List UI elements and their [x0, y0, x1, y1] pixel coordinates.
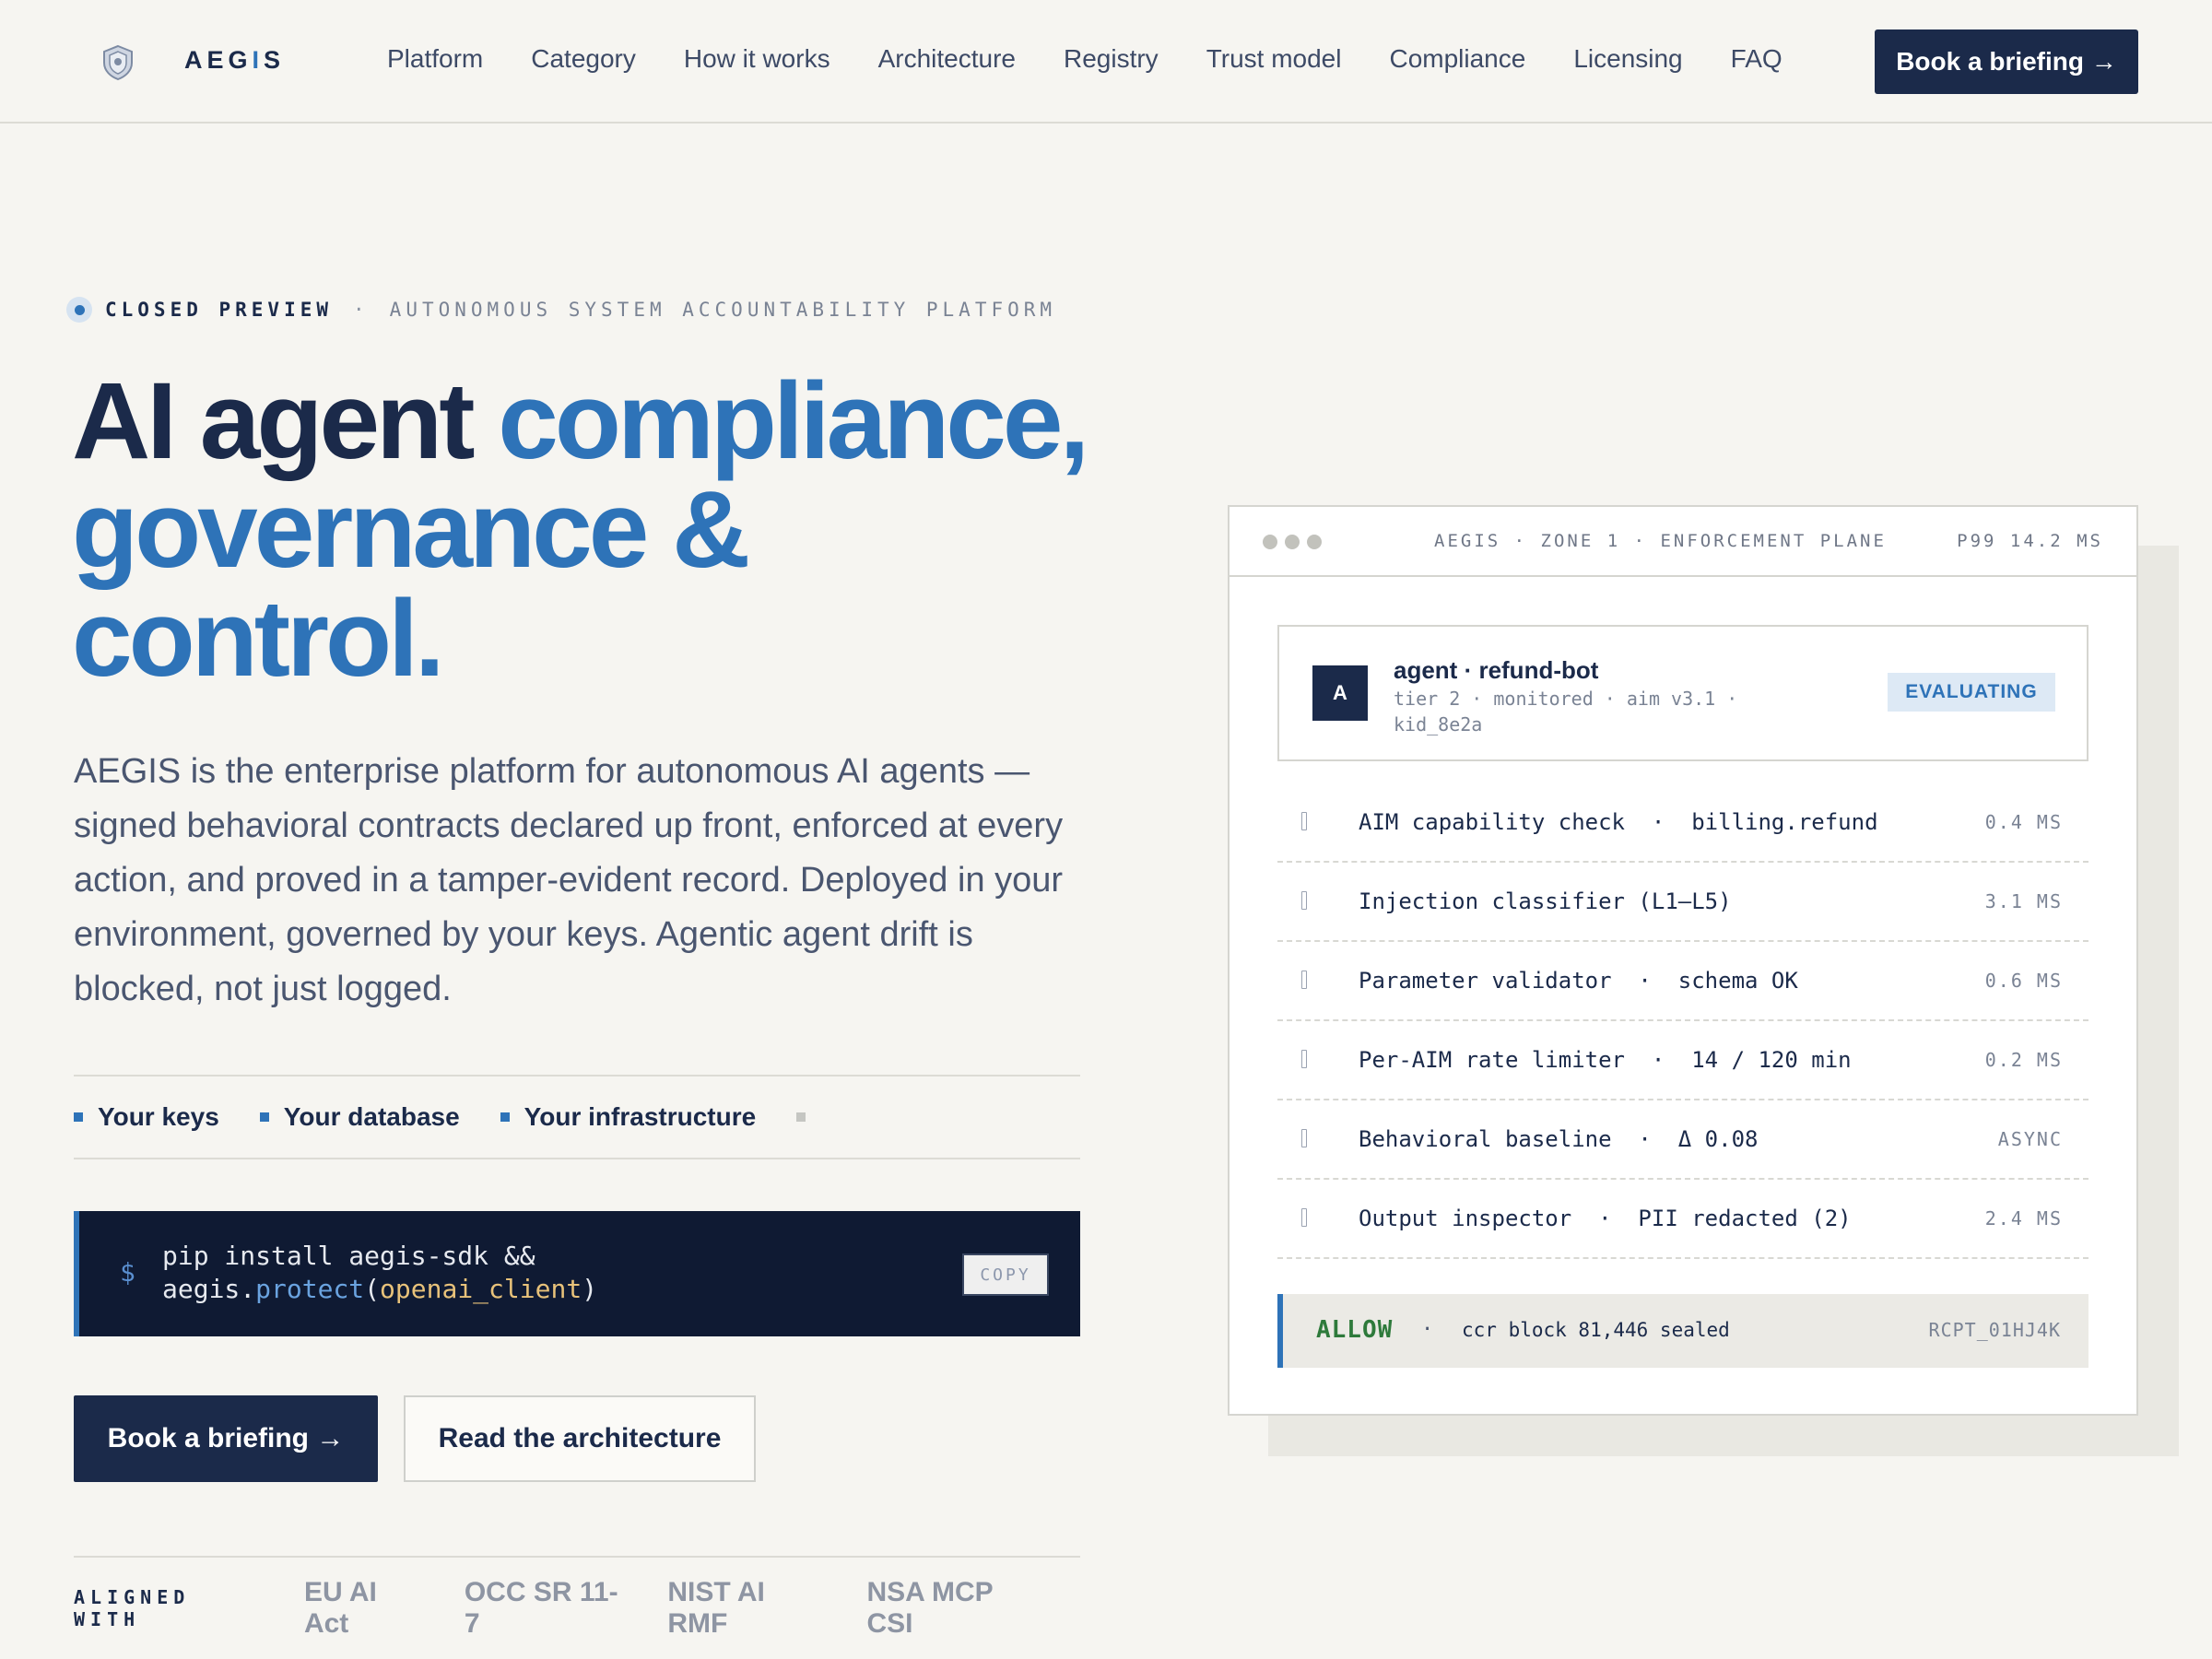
check-label: Injection classifier (L1–L5): [1359, 888, 1732, 914]
headline-accent-3: control.: [72, 578, 445, 700]
check-latency: 2.4 MS: [1984, 1207, 2063, 1230]
pillar-label: Your keys: [98, 1102, 219, 1131]
nav-link-category[interactable]: Category: [531, 44, 636, 74]
pillar-label: Your infrastructure: [524, 1102, 757, 1131]
hero-description: AEGIS is the enterprise platform for aut…: [74, 752, 1064, 1008]
check-latency: 3.1 MS: [1984, 890, 2063, 912]
code-paren: (: [364, 1274, 381, 1304]
window-dot-icon: [1263, 535, 1277, 549]
top-nav: AEGIS Platform Category How it works Arc…: [0, 0, 2212, 124]
framework-occ-sr-11-7: OCC SR 11-7: [464, 1577, 618, 1639]
check-row: Per-AIM rate limiter · 14 / 120 min 0.2 …: [1277, 1021, 2088, 1100]
enforcement-plane-panel: AEGIS · ZONE 1 · ENFORCEMENT PLANE P99 1…: [1228, 505, 2138, 1416]
headline-accent-1: compliance,: [498, 360, 1089, 482]
pillar-placeholder: [796, 1112, 820, 1122]
code-function: protect: [255, 1274, 365, 1304]
check-row: Parameter validator · schema OK 0.6 MS: [1277, 942, 2088, 1021]
framework-nist-ai-rmf: NIST AI RMF: [667, 1577, 765, 1639]
check-row: AIM capability check · billing.refund 0.…: [1277, 783, 2088, 863]
check-latency: ASYNC: [1997, 1128, 2063, 1150]
shell-prompt: $: [120, 1257, 135, 1288]
pillar-infrastructure: Your infrastructure: [500, 1102, 757, 1132]
nav-link-how-it-works[interactable]: How it works: [684, 44, 830, 74]
agent-avatar: A: [1312, 665, 1368, 721]
shield-logo-icon[interactable]: [101, 44, 135, 81]
install-command-box: $ pip install aegis-sdk && aegis.protect…: [74, 1211, 1080, 1336]
status-dot-icon: [66, 297, 92, 323]
nav-book-briefing-button[interactable]: Book a briefing →: [1875, 29, 2138, 94]
check-status-icon: [1301, 812, 1307, 830]
bullet-square-icon: [74, 1112, 83, 1122]
verdict-separator: ·: [1421, 1318, 1434, 1341]
code-object: aegis.: [162, 1274, 256, 1304]
preview-status-label: CLOSED PREVIEW: [105, 299, 334, 321]
pillar-label: Your database: [283, 1102, 460, 1131]
headline-plain: AI agent: [72, 360, 475, 482]
check-status-icon: [1301, 1050, 1307, 1068]
eyebrow-description: AUTONOMOUS SYSTEM ACCOUNTABILITY PLATFOR…: [389, 299, 1057, 321]
install-command-line-2: aegis.protect(openai_client): [162, 1274, 597, 1304]
code-paren: ): [582, 1274, 598, 1304]
verdict-receipt-id: RCPT_01HJ4K: [1928, 1319, 2061, 1341]
check-latency: 0.6 MS: [1984, 970, 2063, 992]
bullet-square-icon: [796, 1112, 806, 1122]
aligned-with-label: ALIGNED WITH: [74, 1586, 191, 1630]
check-latency: 0.4 MS: [1984, 811, 2063, 833]
framework-eu-ai-act: EU AI Act: [303, 1577, 377, 1639]
nav-links: Platform Category How it works Architect…: [387, 44, 1830, 74]
bullet-square-icon: [500, 1112, 510, 1122]
check-status-icon: [1301, 891, 1307, 910]
verdict-detail: ccr block 81,446 sealed: [1462, 1319, 1730, 1341]
panel-header: AEGIS · ZONE 1 · ENFORCEMENT PLANE P99 1…: [1230, 507, 2136, 577]
bullet-square-icon: [259, 1112, 269, 1122]
verdict-decision: ALLOW: [1316, 1316, 1394, 1344]
nav-link-licensing[interactable]: Licensing: [1573, 44, 1682, 74]
check-label: Parameter validator · schema OK: [1359, 968, 1798, 994]
window-dot-icon: [1285, 535, 1300, 549]
hero-eyebrow: CLOSED PREVIEW · AUTONOMOUS SYSTEM ACCOU…: [66, 297, 1056, 323]
panel-title: AEGIS · ZONE 1 · ENFORCEMENT PLANE: [1434, 531, 1887, 551]
status-badge: EVALUATING: [1888, 673, 2055, 712]
read-architecture-button[interactable]: Read the architecture: [404, 1395, 756, 1482]
check-row: Injection classifier (L1–L5) 3.1 MS: [1277, 863, 2088, 942]
copy-button[interactable]: COPY: [962, 1253, 1049, 1296]
nav-link-architecture[interactable]: Architecture: [878, 44, 1016, 74]
nav-link-compliance[interactable]: Compliance: [1389, 44, 1525, 74]
install-command-line-1: pip install aegis-sdk &&: [162, 1241, 535, 1271]
check-status-icon: [1301, 1208, 1307, 1227]
brand-wordmark[interactable]: AEGIS: [184, 46, 285, 75]
window-dot-icon: [1307, 535, 1322, 549]
check-status-icon: [1301, 971, 1307, 989]
check-row: Output inspector · PII redacted (2) 2.4 …: [1277, 1180, 2088, 1259]
check-label: Output inspector · PII redacted (2): [1359, 1206, 1852, 1231]
check-label: Behavioral baseline · Δ 0.08: [1359, 1126, 1759, 1152]
panel-latency: P99 14.2 MS: [1957, 531, 2103, 551]
nav-link-trust-model[interactable]: Trust model: [1206, 44, 1342, 74]
agent-meta: tier 2 · monitored · aim v3.1 · kid_8e2a: [1394, 688, 1738, 735]
ownership-pillars: Your keys Your database Your infrastruct…: [74, 1075, 1080, 1159]
eyebrow-separator: ·: [353, 299, 370, 321]
code-argument: openai_client: [380, 1274, 582, 1304]
framework-nsa-mcp-csi: NSA MCP CSI: [866, 1577, 994, 1639]
nav-link-platform[interactable]: Platform: [387, 44, 483, 74]
agent-name: agent · refund-bot: [1394, 656, 1599, 684]
agent-card: A agent · refund-bot tier 2 · monitored …: [1277, 625, 2088, 761]
check-row: Behavioral baseline · Δ 0.08 ASYNC: [1277, 1100, 2088, 1180]
check-latency: 0.2 MS: [1984, 1049, 2063, 1071]
book-briefing-button[interactable]: Book a briefing →: [74, 1395, 378, 1482]
nav-link-faq[interactable]: FAQ: [1731, 44, 1783, 74]
check-label: Per-AIM rate limiter · 14 / 120 min: [1359, 1047, 1852, 1073]
pillar-database: Your database: [259, 1102, 460, 1132]
headline-accent-2: governance &: [72, 469, 750, 591]
enforcement-checks: AIM capability check · billing.refund 0.…: [1277, 783, 2088, 1259]
hero-headline: AI agent compliance, governance & contro…: [72, 367, 1123, 693]
nav-link-registry[interactable]: Registry: [1064, 44, 1159, 74]
pillar-keys: Your keys: [74, 1102, 219, 1132]
verdict-bar: ALLOW · ccr block 81,446 sealed RCPT_01H…: [1277, 1294, 2088, 1368]
aligned-with-bar: ALIGNED WITH EU AI Act OCC SR 11-7 NIST …: [74, 1556, 1080, 1659]
check-label: AIM capability check · billing.refund: [1359, 809, 1878, 835]
check-status-icon: [1301, 1129, 1307, 1147]
